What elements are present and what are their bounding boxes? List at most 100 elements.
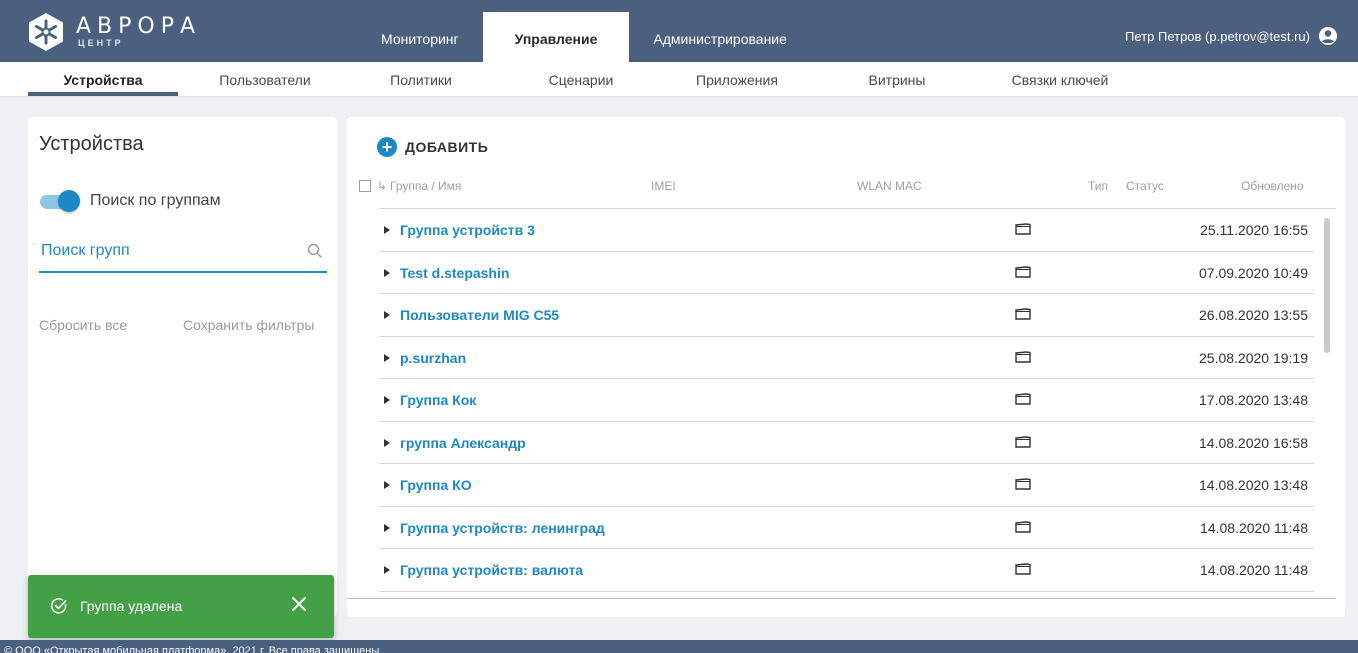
toggle-label: Поиск по группам: [90, 192, 221, 209]
column-type[interactable]: Тип: [1088, 179, 1108, 193]
folder-icon: [1015, 435, 1031, 448]
table-row[interactable]: Группа устройств: ленинград 14.08.2020 1…: [379, 507, 1314, 549]
plus-icon: +: [377, 137, 397, 157]
table-row[interactable]: Группа Кок 17.08.2020 13:48: [379, 379, 1314, 422]
user-name: Петр Петров (p.petrov@test.ru): [1125, 28, 1310, 44]
expand-arrow-icon[interactable]: [384, 353, 390, 362]
row-name: Test d.stepashin: [384, 265, 509, 281]
panel-title: Устройства: [39, 133, 144, 155]
table-row[interactable]: группа Александр 14.08.2020 16:58: [379, 422, 1314, 464]
subnav-applications[interactable]: Приложения: [662, 62, 812, 96]
column-updated[interactable]: Обновлено: [1241, 179, 1304, 193]
row-name-text: Группа устройств: ленинград: [400, 519, 605, 536]
folder-icon: [1015, 265, 1031, 278]
row-updated: 14.08.2020 13:48: [1199, 477, 1308, 493]
row-name: Группа Кок: [384, 392, 476, 408]
close-icon[interactable]: [290, 595, 308, 613]
user-avatar-icon: [1319, 27, 1337, 45]
folder-icon: [1015, 520, 1031, 533]
group-search-toggle[interactable]: [40, 190, 80, 212]
expand-arrow-icon[interactable]: [384, 481, 390, 489]
folder-icon: [1015, 478, 1031, 490]
column-wlan-mac[interactable]: WLAN MAC: [857, 179, 922, 193]
table-row[interactable]: Группа устройств: валюта 14.08.2020 11:4…: [379, 549, 1314, 592]
tab-administration[interactable]: Администрирование: [629, 12, 811, 62]
row-name-text: Группа устройств 3: [400, 222, 535, 238]
subnav-devices[interactable]: Устройства: [28, 62, 178, 96]
row-name-text: Группа Кок: [400, 392, 477, 408]
row-name: Группа устройств: валюта: [384, 562, 583, 578]
folder-icon: [1015, 308, 1031, 320]
subnav-keychains[interactable]: Связки ключей: [985, 62, 1135, 96]
expand-arrow-icon[interactable]: [384, 268, 390, 277]
subnav-showcases[interactable]: Витрины: [822, 62, 972, 96]
tab-management[interactable]: Управление: [482, 12, 630, 62]
row-name: Группа КО: [384, 477, 472, 493]
reset-all-button[interactable]: Сбросить все: [39, 317, 127, 333]
top-header: АВРОРА ЦЕНТР Мониторинг Управление Админ…: [0, 0, 1358, 62]
column-status[interactable]: Статус: [1126, 179, 1164, 193]
column-imei[interactable]: IMEI: [651, 179, 676, 193]
expand-arrow-icon[interactable]: [384, 226, 390, 234]
footer: © ООО «Открытая мобильная платформа», 20…: [0, 640, 1358, 653]
table-row[interactable]: p.surzhan 25.08.2020 19:19: [379, 337, 1314, 379]
row-name: Пользователи MIG C55: [384, 307, 559, 323]
row-name: Группа устройств: ленинград: [384, 520, 605, 536]
row-name-text: группа Александр: [400, 434, 526, 451]
row-updated: 17.08.2020 13:48: [1199, 392, 1308, 408]
logo[interactable]: АВРОРА ЦЕНТР: [26, 12, 196, 52]
row-updated: 14.08.2020 11:48: [1200, 562, 1308, 578]
folder-icon: [1015, 350, 1031, 363]
check-circle-icon: [50, 598, 67, 614]
subnav-users[interactable]: Пользователи: [190, 62, 340, 96]
table-header: ↳ Группа / Имя IMEI WLAN MAC Тип Статус …: [359, 179, 1335, 205]
copyright-text: © ООО «Открытая мобильная платформа», 20…: [4, 645, 380, 653]
add-button-label: ДОБАВИТЬ: [405, 139, 489, 155]
top-nav: Мониторинг Управление Администрирование: [357, 12, 811, 62]
filter-panel: Устройства Поиск по группам Сбросить все…: [28, 117, 337, 617]
table-scrollbar[interactable]: [1324, 218, 1330, 353]
sub-nav: Устройства Пользователи Политики Сценари…: [0, 62, 1358, 96]
row-updated: 14.08.2020 16:58: [1199, 434, 1308, 451]
row-updated: 25.11.2020 16:55: [1200, 222, 1308, 238]
table-row[interactable]: Группа устройств 3 25.11.2020 16:55: [379, 209, 1314, 252]
table-row[interactable]: Test d.stepashin 07.09.2020 10:49: [379, 252, 1314, 294]
row-name-text: Группа устройств: валюта: [400, 562, 584, 578]
row-updated: 14.08.2020 11:48: [1200, 519, 1308, 536]
row-updated: 07.09.2020 10:49: [1199, 264, 1308, 281]
select-all-checkbox[interactable]: [359, 180, 371, 192]
folder-icon: [1015, 563, 1031, 575]
column-name[interactable]: Группа / Имя: [390, 179, 461, 193]
group-search-field: [39, 237, 327, 273]
row-name-text: p.surzhan: [400, 349, 467, 366]
brand-sub: ЦЕНТР: [78, 38, 124, 48]
brand-name: АВРОРА: [76, 14, 202, 39]
expand-arrow-icon[interactable]: [384, 566, 390, 574]
toggle-knob: [58, 190, 80, 212]
devices-table-panel: + ДОБАВИТЬ ↳ Группа / Имя IMEI WLAN MAC …: [347, 117, 1345, 617]
expand-arrow-icon[interactable]: [384, 438, 390, 447]
row-updated: 25.08.2020 19:19: [1199, 349, 1308, 366]
table-row[interactable]: Группа КО 14.08.2020 13:48: [379, 464, 1314, 507]
expand-arrow-icon[interactable]: [384, 311, 390, 319]
subnav-scenarios[interactable]: Сценарии: [506, 62, 656, 96]
subnav-policies[interactable]: Политики: [346, 62, 496, 96]
table-row[interactable]: Пользователи MIG C55 26.08.2020 13:55: [379, 294, 1314, 337]
expand-arrow-icon[interactable]: [384, 396, 390, 404]
group-search-input[interactable]: [39, 241, 293, 261]
row-name-text: Test d.stepashin: [400, 264, 510, 281]
save-filters-button[interactable]: Сохранить фильтры: [183, 317, 314, 333]
row-name: Группа устройств 3: [384, 222, 535, 238]
row-updated: 26.08.2020 13:55: [1199, 307, 1308, 323]
add-button[interactable]: + ДОБАВИТЬ: [377, 137, 488, 157]
folder-icon: [1015, 223, 1031, 235]
search-icon[interactable]: [307, 243, 323, 259]
row-name-text: Группа КО: [400, 477, 472, 493]
row-name: группа Александр: [384, 435, 526, 451]
expand-arrow-icon[interactable]: [384, 523, 390, 532]
toast-notification: Группа удалена: [28, 575, 334, 638]
row-name: p.surzhan: [384, 350, 466, 366]
aurora-logo-icon: [29, 13, 63, 51]
user-menu[interactable]: Петр Петров (p.petrov@test.ru): [1125, 26, 1338, 46]
tab-monitoring[interactable]: Мониторинг: [357, 12, 483, 62]
